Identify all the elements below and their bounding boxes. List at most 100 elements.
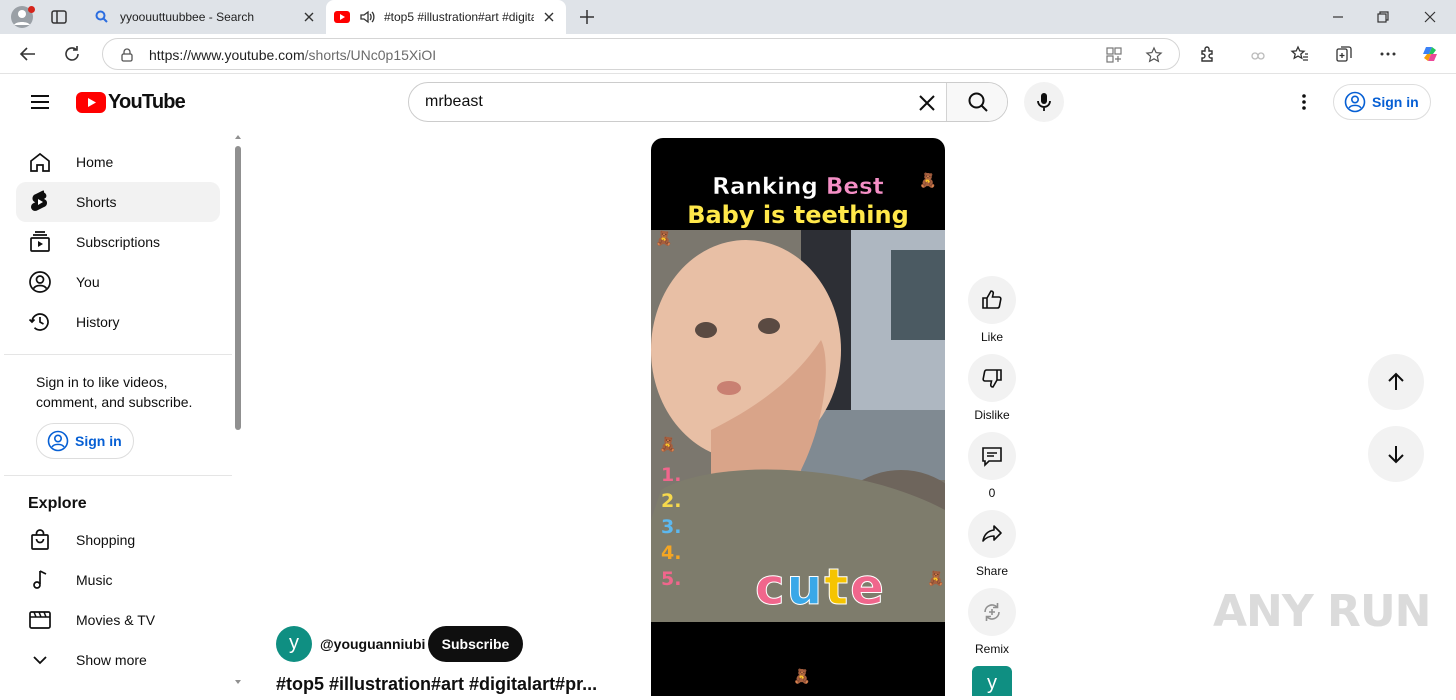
- microphone-icon: [1037, 93, 1051, 111]
- shorts-video-player[interactable]: Ranking Best Baby is teething 1. 2. 3. 4…: [651, 138, 945, 696]
- url-path: /shorts/UNc0p15XiOI: [304, 47, 437, 63]
- menu-icon[interactable]: [28, 92, 52, 112]
- sidebar-item-you[interactable]: You: [16, 262, 220, 302]
- sidebar-sign-in-button[interactable]: Sign in: [36, 423, 134, 459]
- sign-in-button[interactable]: Sign in: [1333, 84, 1431, 120]
- video-description[interactable]: #top5 #illustration#art #digitalart#pr..…: [276, 674, 622, 695]
- cute-letter: e: [850, 558, 887, 617]
- tab-search[interactable]: yyoouuttuubbee - Search: [86, 0, 326, 34]
- divider: [4, 354, 232, 355]
- sidebar-item-shorts[interactable]: Shorts: [16, 182, 220, 222]
- account-icon: [47, 430, 69, 452]
- tracking-prevention-icon[interactable]: [1248, 44, 1268, 64]
- overlay-title-highlight: Best: [825, 174, 884, 201]
- sign-in-label: Sign in: [1372, 94, 1419, 110]
- cute-overlay-text: cute: [755, 558, 887, 617]
- share-button[interactable]: [968, 510, 1016, 558]
- refresh-icon[interactable]: [62, 44, 82, 64]
- tab-youtube-short[interactable]: #top5 #illustration#art #digitalart#proc…: [326, 0, 566, 34]
- sticker-icon: 🧸: [659, 436, 677, 452]
- sidebar-item-home[interactable]: Home: [16, 142, 220, 182]
- subscriptions-icon: [28, 230, 52, 254]
- close-tab-icon[interactable]: [302, 10, 316, 24]
- remix-action: Remix: [968, 588, 1016, 656]
- copilot-icon[interactable]: [1420, 44, 1440, 64]
- anyrun-watermark: ANY RUN: [1213, 586, 1431, 637]
- search-button[interactable]: [946, 83, 1007, 121]
- thumbs-up-icon: [982, 290, 1002, 309]
- sticker-icon: 🧸: [793, 668, 811, 684]
- rank-number: 1.: [661, 464, 682, 486]
- youtube-favicon-icon: [334, 9, 350, 25]
- scroll-up-arrow[interactable]: [235, 135, 241, 139]
- more-options-icon[interactable]: [1378, 44, 1398, 64]
- thumbs-down-icon: [982, 369, 1002, 388]
- search-icon: [94, 9, 110, 25]
- home-icon: [28, 150, 52, 174]
- favorite-star-icon[interactable]: [1145, 46, 1163, 64]
- sidebar-item-label: Subscriptions: [76, 234, 161, 250]
- explore-heading: Explore: [28, 495, 87, 512]
- comment-icon: [982, 447, 1002, 467]
- next-short-button[interactable]: [1368, 426, 1424, 482]
- dislike-button[interactable]: [968, 354, 1016, 402]
- cute-letter: u: [786, 558, 825, 617]
- voice-search-button[interactable]: [1024, 82, 1064, 122]
- previous-short-button[interactable]: [1368, 354, 1424, 410]
- minimize-icon[interactable]: [1330, 9, 1346, 25]
- sidebar-item-history[interactable]: History: [16, 302, 220, 342]
- sidebar-item-label: History: [76, 314, 120, 330]
- remix-label: Remix: [974, 642, 1009, 656]
- sidebar-scrollbar[interactable]: [235, 146, 241, 430]
- channel-handle[interactable]: @youguanniubi: [320, 636, 425, 652]
- sidebar-item-show-more[interactable]: Show more: [16, 640, 220, 680]
- new-tab-icon[interactable]: [578, 8, 596, 26]
- history-icon: [28, 310, 52, 334]
- subscribe-button[interactable]: Subscribe: [428, 626, 523, 662]
- overlay-title-text: Ranking: [712, 174, 818, 201]
- remix-button[interactable]: [968, 588, 1016, 636]
- tab-title: #top5 #illustration#art #digitalart#proc…: [384, 10, 534, 24]
- dislike-action: Dislike: [968, 354, 1016, 422]
- sidebar-item-movies-tv[interactable]: Movies & TV: [16, 600, 220, 640]
- close-window-icon[interactable]: [1422, 9, 1438, 25]
- extensions-icon[interactable]: [1198, 44, 1218, 64]
- arrow-up-icon: [1388, 372, 1404, 390]
- comments-button[interactable]: [968, 432, 1016, 480]
- channel-thumbnail-button[interactable]: y: [972, 666, 1012, 696]
- address-bar[interactable]: https://www.youtube.com/shorts/UNc0p15Xi…: [102, 38, 1180, 70]
- browser-toolbar: https://www.youtube.com/shorts/UNc0p15Xi…: [0, 34, 1456, 74]
- comments-action: 0: [968, 432, 1016, 500]
- search-input[interactable]: [409, 83, 947, 121]
- speaker-icon[interactable]: [358, 8, 376, 26]
- close-tab-icon[interactable]: [542, 10, 556, 24]
- sidebar-item-label: Music: [76, 572, 113, 588]
- account-icon: [1344, 91, 1366, 113]
- sticker-icon: 🧸: [655, 230, 673, 246]
- shorts-icon: [28, 190, 52, 214]
- youtube-logo[interactable]: YouTube: [76, 91, 186, 114]
- sidebar-item-music[interactable]: Music: [16, 560, 220, 600]
- profile-icon[interactable]: [10, 5, 35, 29]
- clear-search-icon[interactable]: [917, 93, 937, 113]
- lock-icon[interactable]: [119, 47, 135, 63]
- workspaces-icon[interactable]: [50, 8, 68, 26]
- scroll-down-arrow[interactable]: [235, 680, 241, 684]
- divider: [4, 475, 232, 476]
- restore-icon[interactable]: [1375, 9, 1391, 25]
- app-available-icon[interactable]: [1105, 46, 1123, 64]
- collections-icon[interactable]: [1334, 44, 1354, 64]
- sidebar-item-label: Movies & TV: [76, 612, 156, 628]
- url-text: https://www.youtube.com/shorts/UNc0p15Xi…: [149, 47, 436, 63]
- movies-icon: [28, 608, 52, 632]
- favorites-icon[interactable]: [1290, 44, 1310, 64]
- sidebar-item-shopping[interactable]: Shopping: [16, 520, 220, 560]
- channel-avatar[interactable]: y: [276, 626, 312, 662]
- back-icon[interactable]: [18, 44, 38, 64]
- search-box: [408, 82, 1008, 122]
- settings-menu-icon[interactable]: [1294, 92, 1314, 112]
- sidebar-item-label: Shorts: [76, 194, 117, 210]
- sidebar-item-subscriptions[interactable]: Subscriptions: [16, 222, 220, 262]
- sidebar: Home Shorts Subscriptions You History Si…: [0, 130, 244, 696]
- like-button[interactable]: [968, 276, 1016, 324]
